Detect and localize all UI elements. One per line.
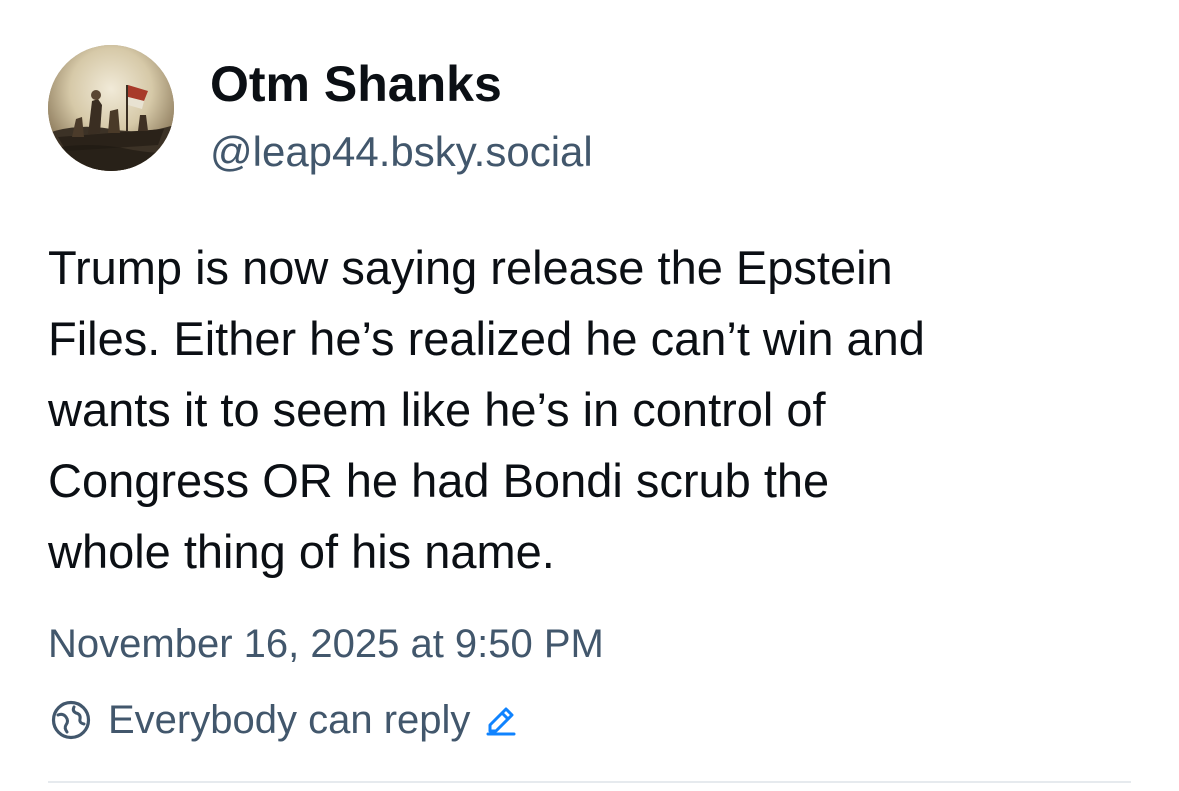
post-text-line: wants it to seem like he’s in control of: [48, 383, 826, 436]
author-display-name[interactable]: Otm Shanks: [210, 54, 502, 114]
post-thread-item: Otm Shanks @leap44.bsky.social Trump is …: [0, 0, 1179, 791]
avatar-painting: [48, 45, 174, 171]
pencil-icon[interactable]: [484, 703, 518, 737]
post-text-line: Congress OR he had Bondi scrub the: [48, 454, 830, 507]
reply-settings-button[interactable]: Everybody can reply: [48, 694, 518, 746]
post-timestamp: November 16, 2025 at 9:50 PM: [48, 622, 604, 666]
post-text-line: whole thing of his name.: [48, 525, 555, 578]
post-text: Trump is now saying release the Epstein …: [48, 232, 1138, 587]
avatar[interactable]: [48, 45, 174, 171]
author-handle[interactable]: @leap44.bsky.social: [210, 126, 593, 178]
divider: [48, 781, 1131, 783]
post-text-line: Trump is now saying release the Epstein: [48, 241, 893, 294]
post-text-line: Files. Either he’s realized he can’t win…: [48, 312, 925, 365]
reply-settings-label: Everybody can reply: [108, 698, 471, 742]
globe-icon: [50, 699, 92, 741]
